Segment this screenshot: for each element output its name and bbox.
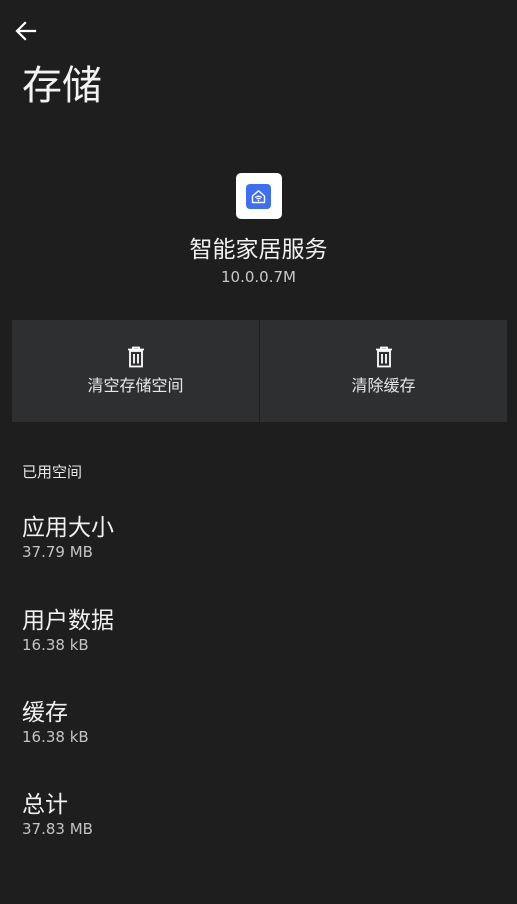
clear-cache-button[interactable]: 清除缓存 — [259, 320, 507, 422]
stat-app-size[interactable]: 应用大小 37.79 MB — [22, 513, 114, 561]
app-name: 智能家居服务 — [189, 237, 328, 263]
app-icon — [235, 173, 282, 219]
stat-title: 应用大小 — [22, 515, 114, 541]
stat-value: 37.83 MB — [22, 820, 93, 838]
stat-value: 16.38 kB — [22, 636, 89, 654]
clear-cache-label: 清除缓存 — [351, 376, 416, 395]
stat-value: 16.38 kB — [22, 728, 89, 746]
smart-home-icon — [246, 183, 271, 209]
stat-title: 总计 — [22, 792, 68, 818]
stat-title: 用户数据 — [22, 608, 114, 634]
app-header: 智能家居服务 10.0.0.7M — [0, 173, 517, 287]
stat-title: 缓存 — [22, 700, 68, 726]
stat-user-data[interactable]: 用户数据 16.38 kB — [22, 606, 114, 654]
page-title: 存储 — [22, 63, 102, 109]
storage-actions: 清空存储空间 清除缓存 — [12, 320, 507, 422]
back-button[interactable] — [10, 16, 42, 46]
stat-total[interactable]: 总计 37.83 MB — [22, 790, 93, 838]
clear-storage-label: 清空存储空间 — [87, 376, 184, 395]
clear-storage-button[interactable]: 清空存储空间 — [12, 320, 259, 422]
stat-cache[interactable]: 缓存 16.38 kB — [22, 698, 89, 746]
section-title-used-space: 已用空间 — [22, 463, 83, 481]
arrow-left-icon — [15, 21, 37, 41]
stat-value: 37.79 MB — [22, 543, 93, 561]
app-version: 10.0.0.7M — [221, 268, 296, 286]
trash-icon — [127, 346, 144, 368]
trash-icon — [375, 346, 392, 368]
